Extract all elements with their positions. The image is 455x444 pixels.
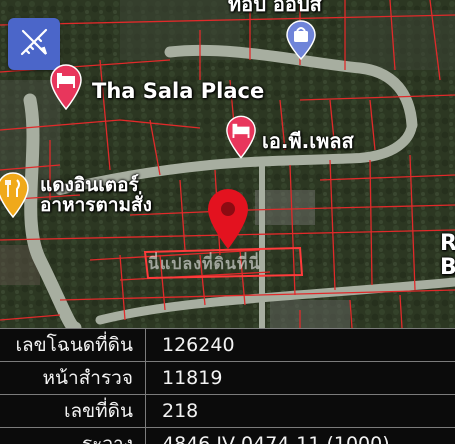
- row-label-land-number: เลขที่ดิน: [0, 395, 146, 428]
- table-row: หน้าสำรวจ 11819: [0, 361, 455, 395]
- map-label-top: ท็อป ออปส: [228, 0, 322, 16]
- hotel-pin-icon[interactable]: [225, 115, 257, 163]
- row-value-land-number: 218: [162, 400, 199, 422]
- table-row: เลขที่ดิน 218: [0, 394, 455, 428]
- row-label-deed-number: เลขโฉนดที่ดิน: [0, 329, 146, 362]
- map-label-edge-r: R: [440, 231, 455, 256]
- hotel-pin-icon[interactable]: [49, 64, 83, 114]
- map-view[interactable]: ท็อป ออปส Tha Sala Place เอ.พี.เพลส แดงอ…: [0, 0, 455, 328]
- table-row: เลขโฉนดที่ดิน 126240: [0, 328, 455, 362]
- satellite-map: [0, 0, 455, 328]
- draw-measure-button[interactable]: [8, 18, 60, 70]
- restaurant-pin-icon[interactable]: [0, 172, 30, 222]
- map-label-daeng-inter-line1: แดงอินเตอร์: [40, 174, 139, 196]
- row-value-survey-page: 11819: [162, 367, 223, 389]
- ruler-pencil-icon: [17, 25, 51, 63]
- parcel-info-table: เลขโฉนดที่ดิน 126240 หน้าสำรวจ 11819 เลข…: [0, 328, 455, 444]
- table-row: ระวาง 4846 IV 0474-11 (1000): [0, 427, 455, 444]
- shopping-pin-icon[interactable]: [284, 20, 318, 64]
- location-pin-icon[interactable]: [206, 188, 250, 254]
- map-label-daeng-inter-line2: อาหารตามสั่ง: [40, 193, 152, 216]
- map-label-ep-place: เอ.พี.เพลส: [262, 129, 354, 153]
- map-label-tha-sala-place: Tha Sala Place: [92, 79, 265, 103]
- map-label-edge-b: B: [440, 255, 455, 280]
- row-label-survey-page: หน้าสำรวจ: [0, 362, 146, 395]
- map-label-daeng-inter: แดงอินเตอร์ อาหารตามสั่ง: [40, 174, 152, 216]
- row-value-deed-number: 126240: [162, 334, 235, 356]
- parcel-overlay-label: นี่แปลงที่ดินที่นี่: [148, 254, 261, 273]
- row-value-map-sheet: 4846 IV 0474-11 (1000): [162, 433, 390, 444]
- row-label-map-sheet: ระวาง: [0, 428, 146, 444]
